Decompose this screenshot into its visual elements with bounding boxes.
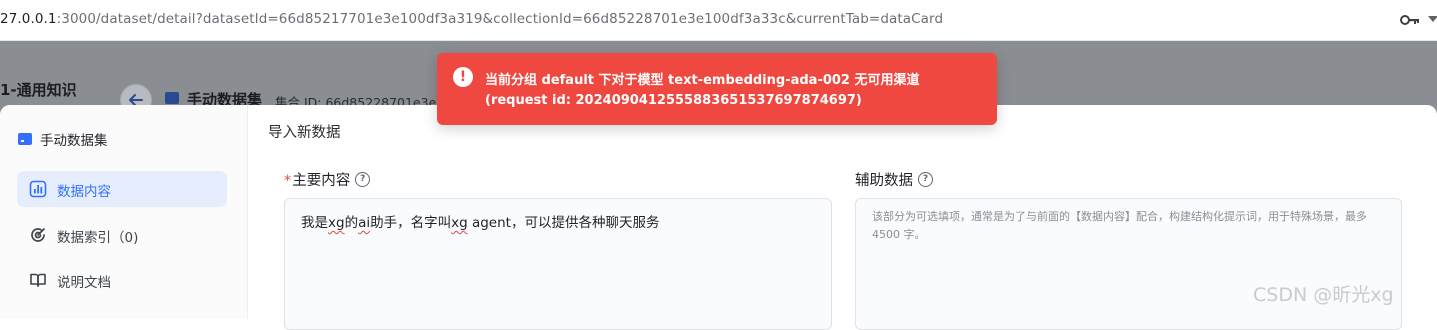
toast-message: 当前分组 default 下对于模型 text-embedding-ada-00…: [485, 73, 920, 88]
main-content-value: 我是xg的ai助手，名字叫xg agent，可以提供各种聊天服务: [301, 211, 659, 231]
text-part: agent，可以提供各种聊天服务: [467, 215, 660, 231]
nav-item-data-index[interactable]: 数据索引（0): [17, 217, 227, 253]
aux-data-label-text: 辅助数据: [855, 173, 913, 189]
help-icon[interactable]: ?: [355, 172, 371, 187]
bg-sidebar-title: 1-通用知识: [0, 81, 77, 99]
text-part: 助手，名字叫: [370, 215, 452, 231]
nav-item-label: 说明文档: [57, 275, 111, 291]
aux-data-label: 辅助数据 ?: [855, 169, 933, 190]
aux-data-placeholder: 该部分为可选填项，通常是为了与前面的【数据内容】配合，构建结构化提示词，用于特殊…: [872, 210, 1367, 241]
text-part: 我是: [301, 215, 328, 231]
menu-chevron-icon[interactable]: [1428, 16, 1437, 22]
url-path: :3000/dataset/detail?datasetId=66d852177…: [56, 11, 944, 27]
help-icon[interactable]: ?: [918, 172, 933, 187]
main-content-label: *主要内容 ?: [284, 169, 371, 190]
bar-chart-icon: [29, 180, 47, 198]
main-content-label-text: 主要内容: [292, 173, 351, 189]
book-icon: [30, 273, 46, 287]
modal-sidebar: 手动数据集 数据内容 数据索引（0) 说明文档: [0, 105, 248, 319]
modal-title: 导入新数据: [268, 125, 341, 141]
key-icon[interactable]: [1400, 12, 1420, 28]
url-text[interactable]: 27.0.0.1:3000/dataset/detail?datasetId=6…: [0, 11, 943, 27]
text-part: xg: [451, 215, 468, 231]
toast-request-id: (request id: 202409041255588365153769787…: [485, 93, 862, 108]
index-icon: [31, 228, 45, 242]
nav-item-data-content[interactable]: 数据内容: [17, 171, 227, 207]
nav-item-label: 数据内容: [57, 184, 111, 200]
aux-data-textarea[interactable]: 该部分为可选填项，通常是为了与前面的【数据内容】配合，构建结构化提示词，用于特殊…: [855, 198, 1402, 330]
dataset-icon: [165, 92, 179, 104]
watermark: CSDN @昕光xg: [1253, 284, 1394, 306]
nav-item-label: 数据索引（0): [57, 230, 139, 246]
error-toast: ! 当前分组 default 下对于模型 text-embedding-ada-…: [437, 53, 997, 125]
import-data-modal: 手动数据集 数据内容 数据索引（0) 说明文档 导入新数据 *主要内容 ? 我是…: [0, 105, 1437, 330]
modal-sidebar-header: 手动数据集: [18, 129, 108, 149]
required-mark: *: [284, 173, 292, 189]
address-bar[interactable]: 27.0.0.1:3000/dataset/detail?datasetId=6…: [0, 0, 1437, 41]
dataset-icon: [18, 133, 32, 145]
modal-sidebar-title: 手动数据集: [40, 133, 108, 149]
main-content-textarea[interactable]: 我是xg的ai助手，名字叫xg agent，可以提供各种聊天服务: [284, 198, 832, 330]
error-icon: !: [453, 67, 473, 87]
nav-item-readme[interactable]: 说明文档: [17, 262, 227, 298]
text-part: ai: [358, 215, 371, 231]
url-host: 27.0.0.1: [0, 11, 57, 27]
text-part: 的: [344, 215, 359, 231]
text-part: xg: [328, 215, 345, 231]
